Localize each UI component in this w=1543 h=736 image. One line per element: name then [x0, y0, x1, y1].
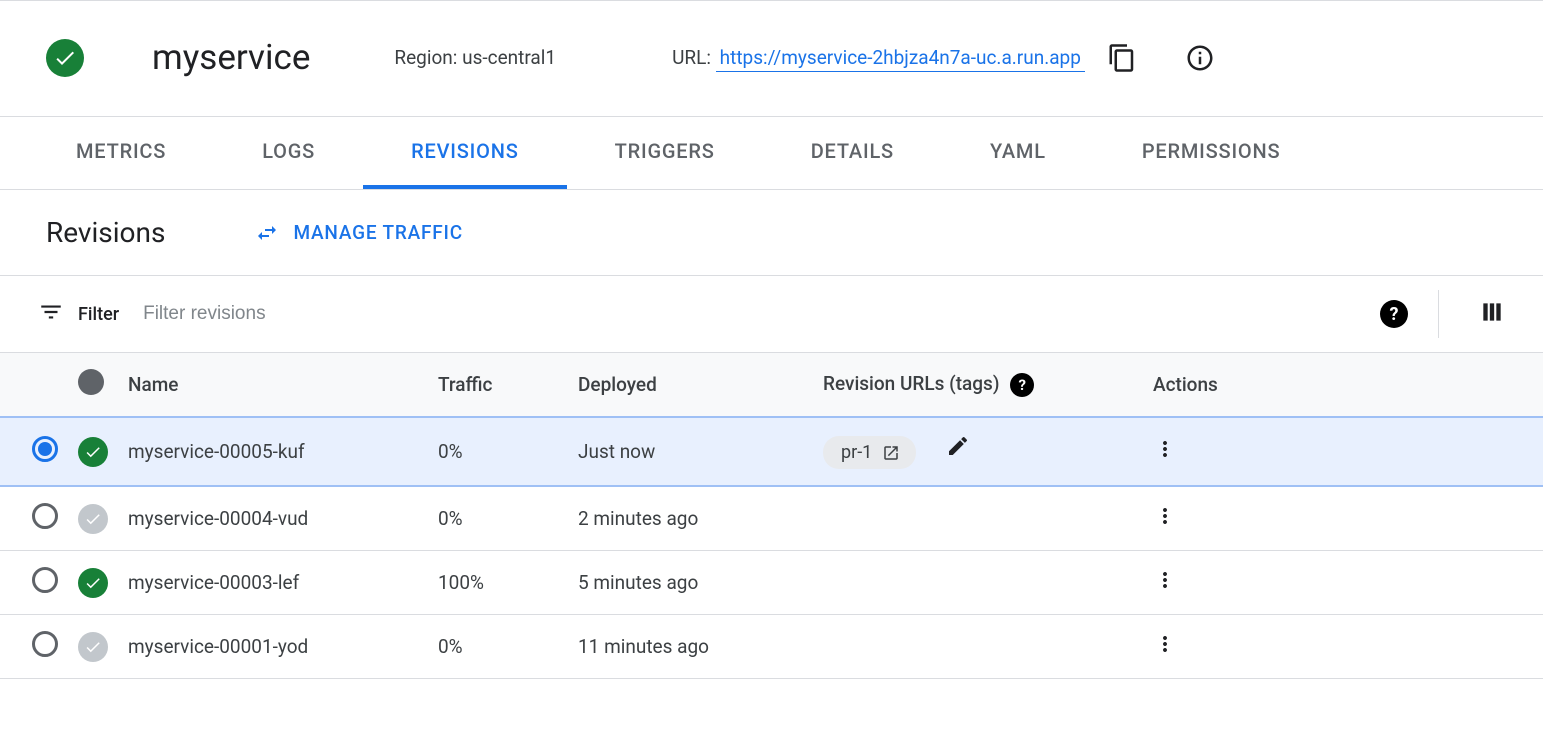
tags-help-button[interactable]: ? — [1010, 373, 1034, 397]
filter-bar: Filter ? — [0, 275, 1543, 353]
service-header: myservice Region: us-central1 URL: https… — [0, 1, 1543, 116]
service-name: myservice — [152, 37, 310, 78]
row-select-radio[interactable] — [32, 436, 58, 462]
filter-label: Filter — [78, 304, 119, 325]
more-vert-icon — [1153, 568, 1177, 592]
tab-metrics[interactable]: METRICS — [28, 117, 214, 189]
table-row[interactable]: myservice-00001-yod0%11 minutes ago — [0, 615, 1543, 679]
table-row[interactable]: myservice-00003-lef100%5 minutes ago — [0, 551, 1543, 615]
row-select-radio[interactable] — [32, 631, 58, 657]
swap-icon — [255, 221, 279, 245]
revision-status-icon — [78, 632, 108, 662]
filter-input[interactable] — [143, 303, 1380, 325]
revision-status-icon — [78, 437, 108, 467]
table-row[interactable]: myservice-00005-kuf0%Just now pr-1 — [0, 417, 1543, 486]
revisions-section-header: Revisions MANAGE TRAFFIC — [0, 190, 1543, 275]
col-header-deployed[interactable]: Deployed — [568, 353, 813, 417]
tab-logs[interactable]: LOGS — [214, 117, 363, 189]
revision-name: myservice-00003-lef — [118, 551, 428, 615]
revision-deployed: Just now — [568, 417, 813, 486]
col-header-traffic[interactable]: Traffic — [428, 353, 568, 417]
tab-bar: METRICSLOGSREVISIONSTRIGGERSDETAILSYAMLP… — [0, 116, 1543, 190]
row-actions-menu-button[interactable] — [1153, 568, 1177, 592]
url-label: URL: https://myservice-2hbjza4n7a-uc.a.r… — [672, 46, 1085, 69]
table-header-row: Name Traffic Deployed Revision URLs (tag… — [0, 353, 1543, 417]
revisions-table: Name Traffic Deployed Revision URLs (tag… — [0, 353, 1543, 679]
revision-traffic: 0% — [428, 615, 568, 679]
url-prefix: URL: — [672, 46, 716, 69]
copy-url-button[interactable] — [1107, 43, 1137, 73]
revision-name: myservice-00004-vud — [118, 486, 428, 551]
revision-name: myservice-00001-yod — [118, 615, 428, 679]
row-actions-menu-button[interactable] — [1153, 437, 1177, 461]
edit-icon — [946, 434, 970, 458]
revision-deployed: 11 minutes ago — [568, 615, 813, 679]
col-header-name[interactable]: Name — [118, 353, 428, 417]
row-actions-menu-button[interactable] — [1153, 504, 1177, 528]
revision-traffic: 100% — [428, 551, 568, 615]
revision-traffic: 0% — [428, 417, 568, 486]
filter-help-button[interactable]: ? — [1380, 300, 1408, 328]
region-prefix: Region: — [394, 46, 462, 69]
more-vert-icon — [1153, 504, 1177, 528]
tab-permissions[interactable]: PERMISSIONS — [1094, 117, 1329, 189]
row-select-radio[interactable] — [32, 567, 58, 593]
manage-traffic-label: MANAGE TRAFFIC — [293, 221, 463, 244]
table-row[interactable]: myservice-00004-vud0%2 minutes ago — [0, 486, 1543, 551]
col-header-actions: Actions — [1143, 353, 1543, 417]
revision-tags-cell — [813, 551, 1143, 615]
revision-tags-cell: pr-1 — [813, 417, 1143, 486]
revision-traffic: 0% — [428, 486, 568, 551]
revision-name: myservice-00005-kuf — [118, 417, 428, 486]
tag-label: pr-1 — [841, 442, 872, 463]
more-vert-icon — [1153, 632, 1177, 656]
row-select-radio[interactable] — [32, 503, 58, 529]
column-display-button[interactable] — [1479, 299, 1505, 330]
divider — [1438, 290, 1439, 338]
col-header-tags-label: Revision URLs (tags) — [823, 372, 999, 395]
tab-details[interactable]: DETAILS — [763, 117, 942, 189]
revision-tags-cell — [813, 486, 1143, 551]
more-vert-icon — [1153, 437, 1177, 461]
row-actions-menu-button[interactable] — [1153, 632, 1177, 656]
open-in-new-icon — [882, 444, 900, 462]
tab-yaml[interactable]: YAML — [942, 117, 1094, 189]
revision-tags-cell — [813, 615, 1143, 679]
status-header-dot — [78, 369, 104, 395]
col-header-tags[interactable]: Revision URLs (tags) ? — [813, 353, 1143, 417]
filter-icon — [38, 299, 64, 330]
tab-triggers[interactable]: TRIGGERS — [567, 117, 763, 189]
columns-icon — [1479, 299, 1505, 325]
revision-tag-pill[interactable]: pr-1 — [823, 436, 916, 469]
manage-traffic-button[interactable]: MANAGE TRAFFIC — [255, 221, 463, 245]
info-button[interactable] — [1185, 43, 1215, 73]
revision-deployed: 2 minutes ago — [568, 486, 813, 551]
service-url-link[interactable]: https://myservice-2hbjza4n7a-uc.a.run.ap… — [716, 46, 1085, 72]
revision-deployed: 5 minutes ago — [568, 551, 813, 615]
service-status-icon — [46, 39, 84, 77]
region-value: us-central1 — [462, 46, 556, 69]
revision-status-icon — [78, 568, 108, 598]
edit-tags-button[interactable] — [946, 434, 970, 458]
tab-revisions[interactable]: REVISIONS — [363, 117, 567, 189]
copy-icon — [1107, 43, 1137, 73]
section-title: Revisions — [46, 216, 165, 249]
revision-status-icon — [78, 504, 108, 534]
region-label: Region: us-central1 — [394, 46, 556, 69]
info-icon — [1185, 43, 1215, 73]
